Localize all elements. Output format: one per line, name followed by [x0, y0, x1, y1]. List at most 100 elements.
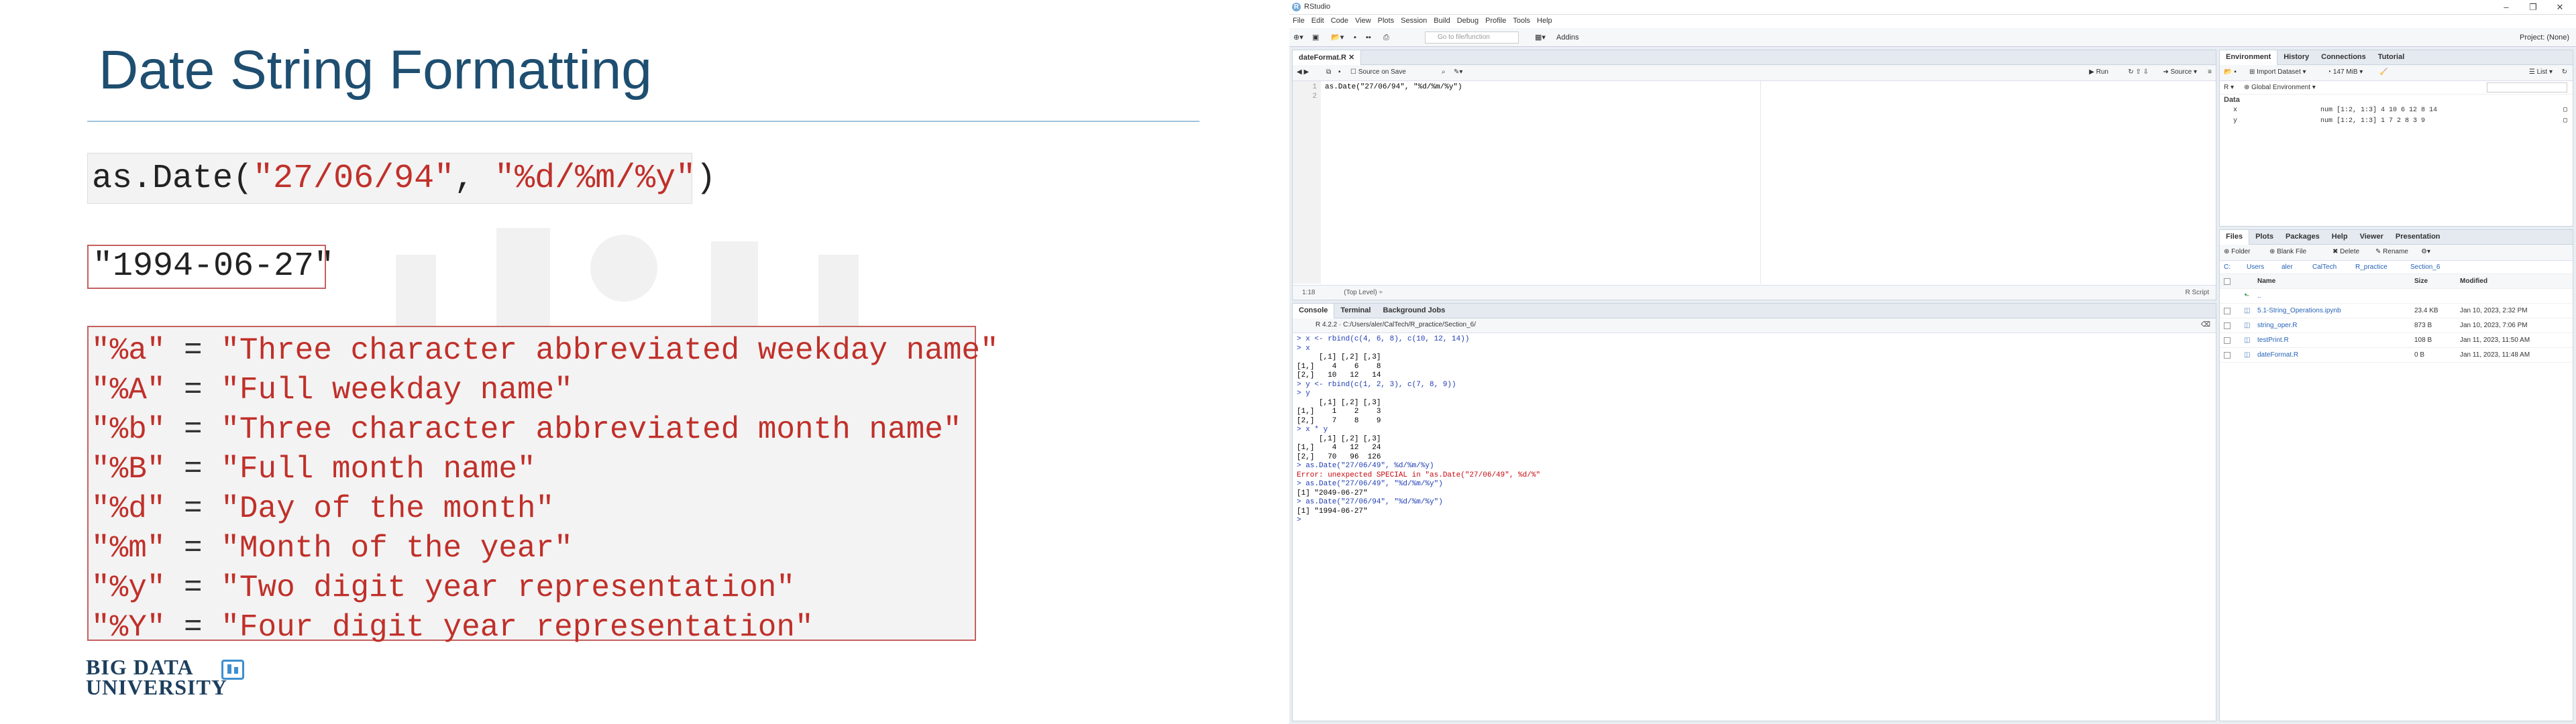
breadcrumb-item[interactable]: C:	[2224, 263, 2231, 271]
new-file-icon[interactable]: ⊕▾	[1293, 32, 1303, 44]
code-editor[interactable]: 12 as.Date("27/06/94", "%d/%m/%y")	[1293, 81, 2216, 284]
menu-session[interactable]: Session	[1397, 15, 1430, 27]
env-variable-row[interactable]: y num [1:2, 1:3] 1 7 2 8 3 9 ▢	[2220, 116, 2573, 127]
minimize-icon[interactable]: –	[2493, 1, 2520, 13]
tab-plots[interactable]: Plots	[2249, 230, 2279, 245]
breadcrumb-item[interactable]: R_practice	[2355, 263, 2387, 271]
open-file-icon[interactable]: 📂▾	[1331, 32, 1344, 44]
menu-build[interactable]: Build	[1430, 15, 1453, 27]
file-checkbox[interactable]	[2224, 308, 2231, 314]
tab-viewer[interactable]: Viewer	[2354, 230, 2390, 245]
tab-background-jobs[interactable]: Background Jobs	[1377, 304, 1451, 318]
files-tool-label: Folder	[2231, 248, 2251, 255]
parent-folder-link[interactable]: ..	[2257, 289, 2261, 304]
new-project-icon[interactable]: ▣	[1312, 32, 1319, 44]
grid-layout-icon[interactable]: ▦▾	[1535, 32, 1546, 44]
tab-files[interactable]: Files	[2220, 230, 2250, 245]
menu-profile[interactable]: Profile	[1482, 15, 1509, 27]
file-row[interactable]: ◫ 5.1-String_Operations.ipynb 23.4 KB Jan 1…	[2220, 304, 2573, 318]
env-variable-row[interactable]: x num [1:2, 1:3] 4 10 6 12 8 14 ▢	[2220, 105, 2573, 116]
source-button[interactable]: ➜ Source ▾	[2163, 68, 2197, 76]
editor-code[interactable]: as.Date("27/06/94", "%d/%m/%y")	[1325, 82, 1462, 92]
file-name[interactable]: dateFormat.R	[2257, 348, 2298, 363]
tab-connections[interactable]: Connections	[2315, 50, 2372, 65]
tab-terminal[interactable]: Terminal	[1334, 304, 1377, 318]
source-on-save-checkbox[interactable]: ☐ Source on Save	[1350, 68, 1406, 76]
save-all-icon[interactable]: ▪▪	[1366, 32, 1371, 44]
tab-history[interactable]: History	[2277, 50, 2315, 65]
tab-presentation[interactable]: Presentation	[2390, 230, 2447, 245]
grid-view-icon[interactable]: ▢	[2563, 116, 2567, 127]
list-view-select[interactable]: ☰ List ▾	[2529, 68, 2553, 76]
files-tool-rename[interactable]: ✎ Rename	[2375, 248, 2408, 255]
file-checkbox[interactable]	[2224, 352, 2231, 359]
outline-icon[interactable]: ≡	[2208, 68, 2212, 76]
tab-packages[interactable]: Packages	[2279, 230, 2326, 245]
parent-folder-row[interactable]: ⬑ ..	[2220, 289, 2573, 304]
run-button[interactable]: ▶ Run	[2089, 68, 2108, 76]
breadcrumb-item[interactable]: CalTech	[2312, 263, 2337, 271]
scope-select[interactable]: ⊕ Global Environment ▾	[2244, 84, 2316, 91]
broom-icon[interactable]: 🧹	[2379, 68, 2387, 76]
file-name[interactable]: 5.1-String_Operations.ipynb	[2257, 304, 2341, 318]
file-row[interactable]: ◫ testPrint.R 108 B Jan 11, 2023, 11:50 AM	[2220, 333, 2573, 348]
print-icon[interactable]: ⎙	[1383, 32, 1389, 44]
refresh-env-icon[interactable]: ↻	[2562, 68, 2567, 76]
breadcrumb-item[interactable]: Section_6	[2410, 263, 2440, 271]
close-icon[interactable]: ✕	[2546, 1, 2573, 13]
files-tool-folder[interactable]: ⊕ Folder	[2224, 248, 2251, 255]
file-icon: ◫	[2244, 351, 2251, 359]
project-menu[interactable]: Project: (None)	[2520, 32, 2569, 44]
file-checkbox[interactable]	[2224, 322, 2231, 329]
language-select[interactable]: R ▾	[2224, 84, 2234, 91]
clear-console-icon[interactable]: ⌫	[2201, 321, 2210, 328]
save-icon[interactable]: ▪	[1354, 32, 1356, 44]
breadcrumb-item[interactable]: aler	[2282, 263, 2293, 271]
show-in-window-icon[interactable]: ⧉	[1326, 68, 1331, 76]
save-file-icon[interactable]: ▪	[1338, 68, 1341, 76]
more-gear-icon[interactable]: ⚙▾	[2421, 248, 2430, 255]
rerun-icon[interactable]: ↻ ⇧ ⇩	[2128, 68, 2149, 76]
back-icon[interactable]: ◀ ▶	[1297, 68, 1309, 76]
console-output[interactable]: > x <- rbind(c(4, 6, 8), c(10, 12, 14)) >…	[1293, 334, 2216, 721]
import-dataset-button[interactable]: ⊞ Import Dataset ▾	[2249, 68, 2306, 76]
file-checkbox[interactable]	[2224, 337, 2231, 344]
files-tool-delete[interactable]: ✖ Delete	[2332, 248, 2359, 255]
menu-plots[interactable]: Plots	[1375, 15, 1397, 27]
header-size[interactable]: Size	[2414, 274, 2428, 289]
addins-menu[interactable]: Addins	[1556, 32, 1579, 44]
breadcrumb-item[interactable]: Users	[2247, 263, 2264, 271]
menu-tools[interactable]: Tools	[1509, 15, 1534, 27]
memory-usage[interactable]: ◔ 147 MiB ▾	[2327, 68, 2363, 76]
env-search-input[interactable]	[2487, 82, 2567, 93]
tab-environment[interactable]: Environment	[2220, 50, 2278, 65]
menu-debug[interactable]: Debug	[1454, 15, 1482, 27]
menu-help[interactable]: Help	[1534, 15, 1556, 27]
load-workspace-icon[interactable]: 📂 ▪	[2224, 68, 2237, 76]
tab-console[interactable]: Console	[1293, 304, 1335, 318]
menu-edit[interactable]: Edit	[1308, 15, 1328, 27]
select-all-checkbox[interactable]	[2224, 278, 2231, 285]
header-modified[interactable]: Modified	[2460, 274, 2487, 289]
format-code: "%A"	[91, 373, 166, 408]
menu-code[interactable]: Code	[1328, 15, 1352, 27]
menu-file[interactable]: File	[1289, 15, 1308, 27]
tab-tutorial[interactable]: Tutorial	[2372, 50, 2411, 65]
magic-wand-icon[interactable]: ✎▾	[1454, 68, 1462, 76]
grid-view-icon[interactable]: ▢	[2563, 105, 2567, 116]
header-name[interactable]: Name	[2257, 274, 2275, 289]
search-icon[interactable]: ⌕	[1442, 68, 1446, 76]
scope-indicator[interactable]: (Top Level)	[1344, 289, 1377, 296]
logo-line1: BIG DATA	[86, 655, 194, 679]
file-name[interactable]: testPrint.R	[2257, 333, 2289, 348]
file-type[interactable]: R Script	[2185, 286, 2209, 300]
maximize-icon[interactable]: ❐	[2520, 1, 2546, 13]
goto-file-input[interactable]: Go to file/function	[1425, 32, 1519, 44]
file-row[interactable]: ◫ string_oper.R 873 B Jan 10, 2023, 7:06 PM	[2220, 318, 2573, 333]
file-row[interactable]: ◫ dateFormat.R 0 B Jan 11, 2023, 11:48 AM	[2220, 348, 2573, 363]
menu-view[interactable]: View	[1352, 15, 1375, 27]
tab-help[interactable]: Help	[2326, 230, 2354, 245]
file-name[interactable]: string_oper.R	[2257, 318, 2297, 333]
tab-dateformat[interactable]: dateFormat.R ✕	[1293, 50, 1362, 65]
files-tool-blank-file[interactable]: ⊕ Blank File	[2269, 248, 2306, 255]
